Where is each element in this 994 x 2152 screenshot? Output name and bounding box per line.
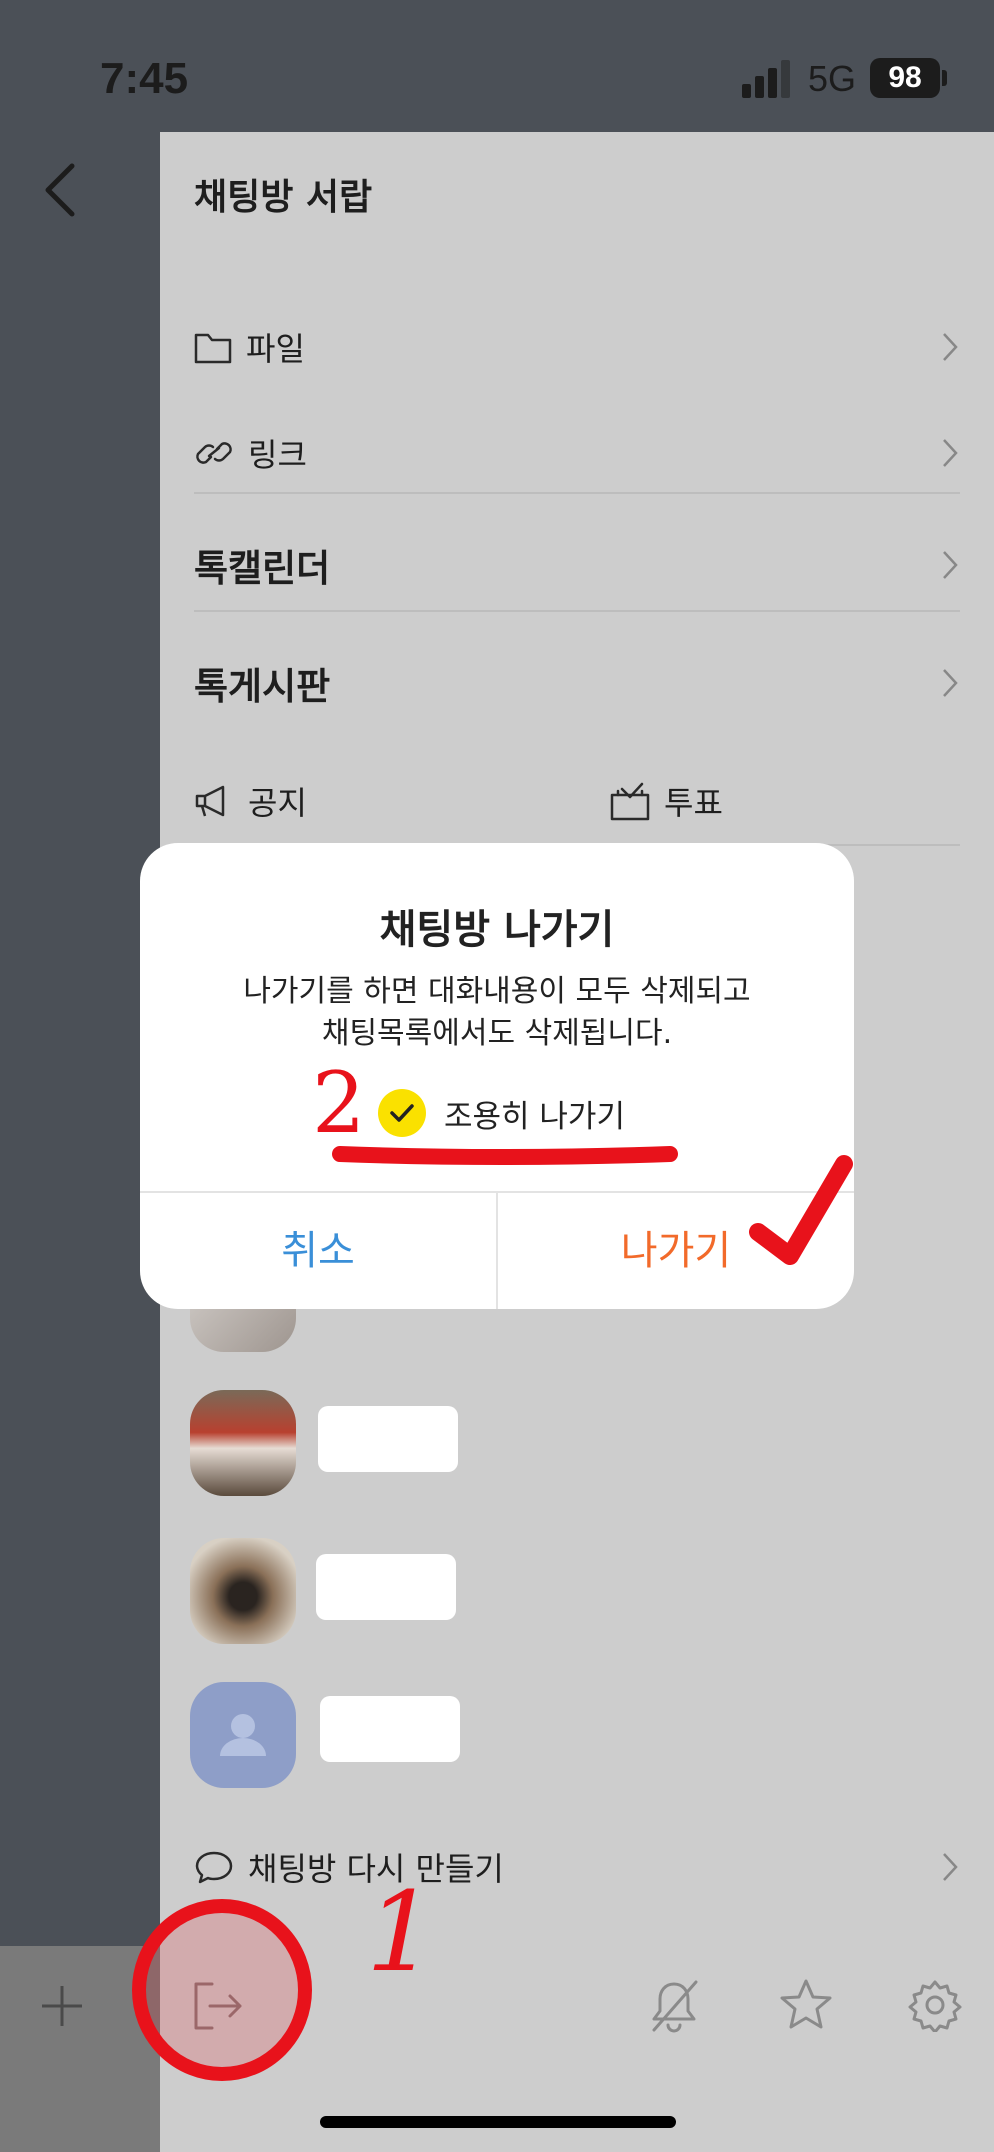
drawer-quick-notice[interactable]: 공지 (194, 766, 574, 836)
battery-tip (942, 70, 947, 86)
folder-icon (194, 333, 232, 364)
recreate-chat-label: 채팅방 다시 만들기 (248, 1850, 504, 1888)
divider (194, 492, 960, 494)
divider (194, 610, 960, 612)
leave-chat-dialog: 채팅방 나가기 나가기를 하면 대화내용이 모두 삭제되고 채팅목록에서도 삭제… (140, 843, 854, 1309)
chevron-right-icon (943, 551, 958, 579)
member-avatar[interactable] (190, 1538, 296, 1644)
dialog-message: 나가기를 하면 대화내용이 모두 삭제되고 채팅목록에서도 삭제됩니다. (180, 971, 814, 1055)
notification-off-icon[interactable] (648, 1978, 700, 2034)
status-bar: 7:45 5G 98 (0, 0, 994, 130)
quick-vote-label: 투표 (664, 784, 723, 822)
plus-icon[interactable] (38, 1982, 86, 2030)
ballot-box-icon (610, 782, 650, 821)
chevron-right-icon (943, 439, 958, 467)
dialog-message-line1: 나가기를 하면 대화내용이 모두 삭제되고 (243, 974, 751, 1009)
bottom-toolbar (0, 1946, 994, 2058)
cancel-button[interactable]: 취소 (140, 1193, 496, 1309)
drawer-item-label: 링크 (248, 436, 307, 474)
drawer-item-label: 파일 (246, 330, 305, 368)
drawer-item-talk-board[interactable]: 톡게시판 (194, 648, 960, 718)
megaphone-icon (195, 785, 225, 817)
chevron-right-icon (943, 333, 958, 361)
leave-button[interactable]: 나가기 (498, 1193, 854, 1309)
link-icon (196, 442, 232, 464)
chevron-right-icon (943, 1853, 958, 1881)
chevron-right-icon (943, 669, 958, 697)
member-name-redacted (316, 1554, 456, 1620)
drawer-item-links[interactable]: 링크 (194, 418, 960, 488)
drawer-item-label: 톡게시판 (194, 665, 331, 708)
drawer-item-talk-calendar[interactable]: 톡캘린더 (194, 530, 960, 600)
exit-icon[interactable] (192, 1980, 244, 2032)
home-indicator (320, 2116, 676, 2128)
quiet-leave-label: 조용히 나가기 (444, 1098, 625, 1135)
recreate-chat-item[interactable]: 채팅방 다시 만들기 (194, 1832, 960, 1902)
drawer-item-files[interactable]: 파일 (194, 312, 960, 382)
back-chevron-icon[interactable] (38, 160, 82, 220)
star-icon[interactable] (778, 1978, 834, 2032)
dialog-message-line2: 채팅목록에서도 삭제됩니다. (321, 1016, 673, 1051)
person-icon (220, 1714, 266, 1756)
member-name-redacted (320, 1696, 460, 1762)
drawer-item-label: 톡캘린더 (194, 547, 331, 590)
battery-icon: 98 (870, 58, 940, 98)
member-avatar[interactable] (190, 1390, 296, 1496)
signal-icon (742, 58, 792, 98)
quiet-leave-checkbox[interactable]: 조용히 나가기 (378, 1089, 625, 1137)
gear-icon[interactable] (908, 1978, 962, 2032)
checkmark-icon (378, 1089, 426, 1137)
drawer-quick-vote[interactable]: 투표 (610, 766, 910, 836)
status-time: 7:45 (100, 54, 189, 103)
drawer-title: 채팅방 서랍 (194, 177, 373, 218)
speech-bubble-icon (195, 1851, 233, 1884)
member-name-redacted (318, 1406, 458, 1472)
quick-notice-label: 공지 (248, 784, 307, 822)
background-dimmed-panel (0, 0, 160, 2152)
dialog-title: 채팅방 나가기 (379, 907, 615, 953)
member-avatar-default[interactable] (190, 1682, 296, 1788)
network-label: 5G (808, 58, 857, 99)
